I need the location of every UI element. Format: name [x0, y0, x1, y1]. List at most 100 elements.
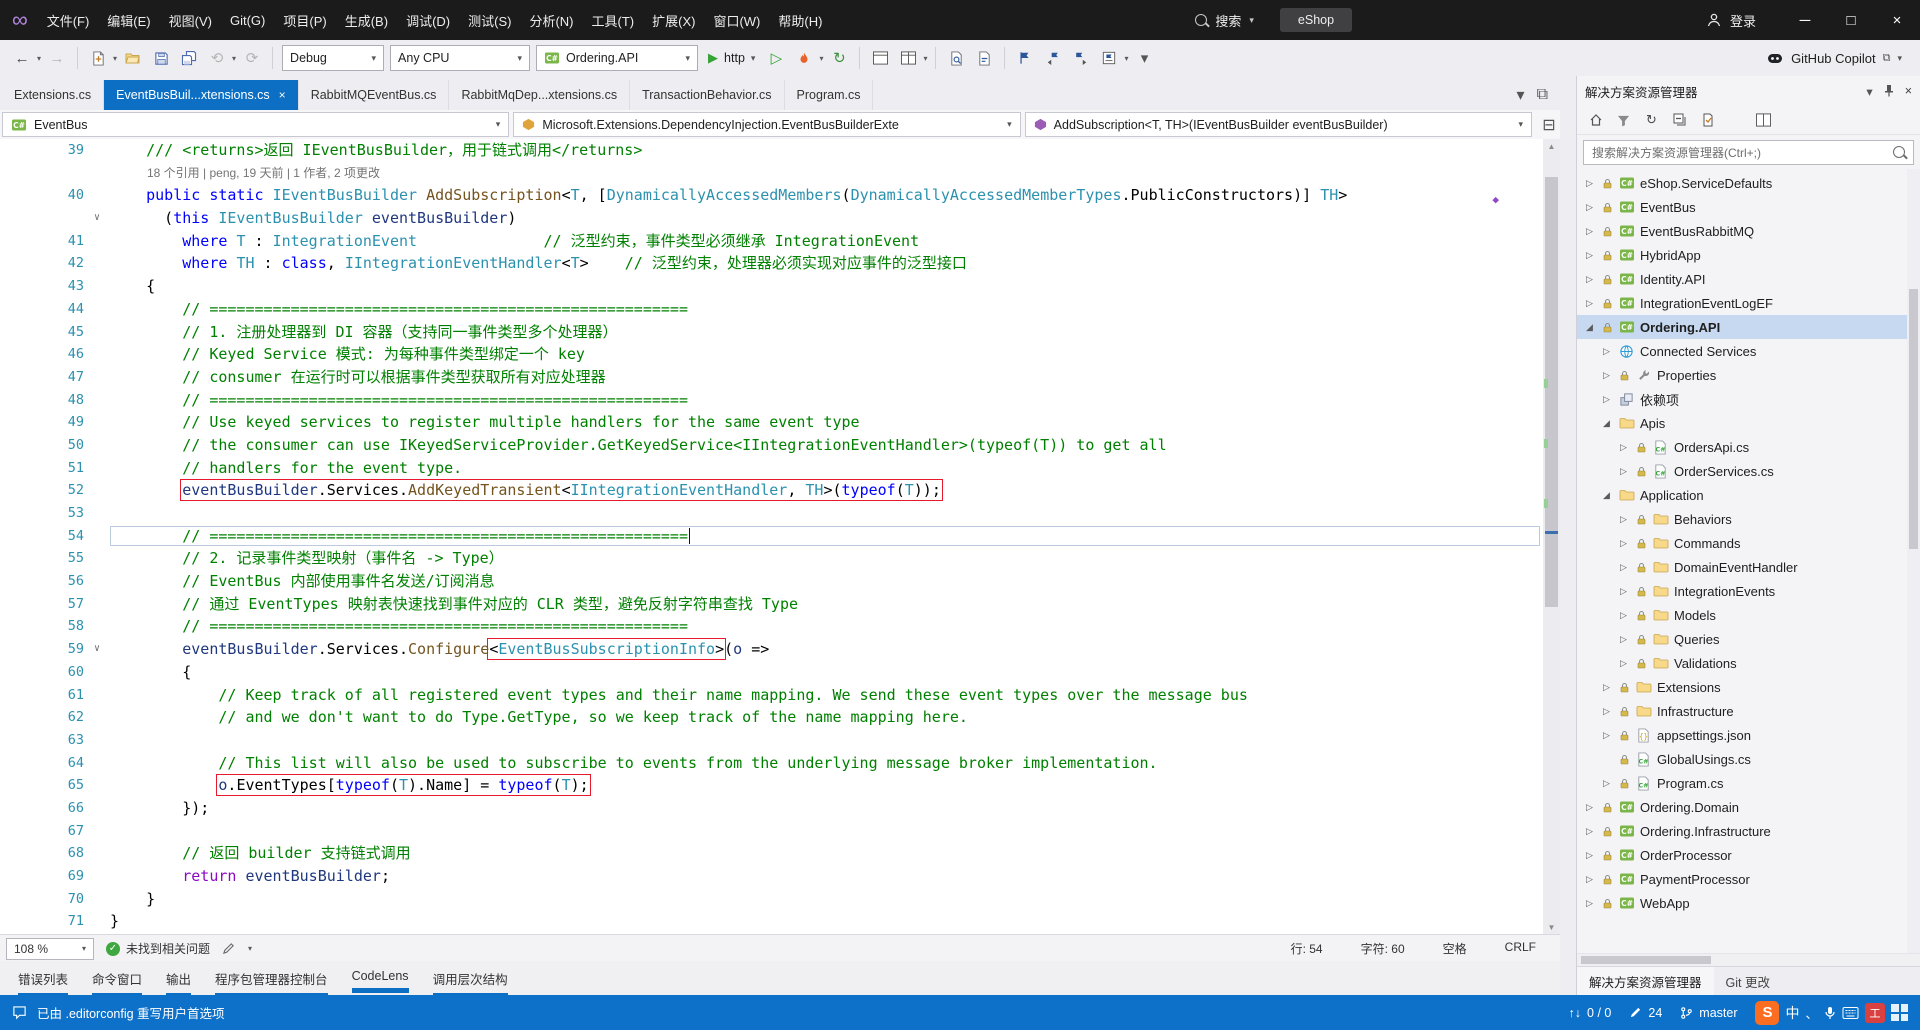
open-file-icon[interactable] — [119, 45, 147, 71]
code-line[interactable]: 61 // Keep track of all registered event… — [0, 684, 1543, 707]
tree-item[interactable]: ▷ C# WebApp — [1577, 891, 1920, 915]
code-line[interactable]: 63 — [0, 729, 1543, 752]
zoom-selector[interactable]: 108 % — [6, 937, 94, 960]
expand-chevron-icon[interactable]: ▷ — [1600, 706, 1613, 717]
nav-back-icon[interactable]: ← — [8, 45, 36, 71]
menu-item[interactable]: 编辑(E) — [98, 0, 159, 40]
expand-chevron-icon[interactable]: ▷ — [1617, 562, 1630, 573]
code-editor[interactable]: 39 /// <returns>返回 IEventBusBuilder，用于链式… — [0, 139, 1560, 934]
tree-item[interactable]: ▷ {} appsettings.json — [1577, 723, 1920, 747]
next-bookmark-icon[interactable] — [1067, 45, 1095, 71]
expand-chevron-icon[interactable]: ▷ — [1583, 874, 1596, 885]
panel-tab[interactable]: CodeLens — [344, 966, 417, 995]
bookmark-window-icon[interactable] — [1095, 45, 1123, 71]
line-number[interactable]: 61 — [22, 684, 84, 707]
code-line[interactable]: 71} — [0, 910, 1543, 933]
split-window-icon[interactable] — [894, 45, 922, 71]
code-line[interactable]: 47 // consumer 在运行时可以根据事件类型获取所有对应处理器 — [0, 366, 1543, 389]
git-branch-selector[interactable]: master — [1680, 1006, 1737, 1020]
restart-icon[interactable]: ↻ — [825, 45, 853, 71]
debug-config-combo[interactable]: Debug — [282, 45, 385, 71]
line-number[interactable]: 67 — [22, 820, 84, 843]
code-line[interactable]: 68 // 返回 builder 支持链式调用 — [0, 842, 1543, 865]
tab-close-icon[interactable]: × — [279, 88, 286, 102]
line-number[interactable]: 66 — [22, 797, 84, 820]
expand-chevron-icon[interactable]: ▷ — [1583, 850, 1596, 861]
line-number[interactable]: 53 — [22, 502, 84, 525]
solution-name[interactable]: eShop — [1279, 8, 1353, 32]
code-line[interactable]: 51 // handlers for the event type. — [0, 457, 1543, 480]
titlebar-search[interactable]: 搜索 — [1185, 7, 1264, 34]
line-number[interactable]: 54 — [22, 525, 84, 548]
document-tab[interactable]: EventBusBuil...xtensions.cs × — [104, 80, 299, 110]
tree-item[interactable]: ▷ C# IntegrationEventLogEF — [1577, 291, 1920, 315]
tree-item[interactable]: ▷ C# EventBusRabbitMQ — [1577, 219, 1920, 243]
start-without-debugging-icon[interactable]: ▷ — [762, 45, 790, 71]
solution-explorer-hscrollbar[interactable] — [1577, 953, 1920, 966]
document-tab[interactable]: TransactionBehavior.cs — [630, 80, 785, 110]
hot-reload-icon-dropdown[interactable]: ▾ — [819, 54, 823, 63]
preview-code-icon[interactable] — [1751, 109, 1776, 131]
filter-icon[interactable] — [1611, 109, 1636, 131]
line-ending-indicator[interactable]: CRLF — [1505, 940, 1536, 957]
prev-bookmark-icon[interactable] — [1039, 45, 1067, 71]
tree-item[interactable]: ▷ Queries — [1577, 627, 1920, 651]
code-line[interactable]: 59 ∨ eventBusBuilder.Services.Configure<E… — [0, 638, 1543, 661]
code-line[interactable]: 49 // Use keyed services to register mul… — [0, 411, 1543, 434]
codelens-info[interactable]: 18 个引用 | peng, 19 天前 | 1 作者, 2 项更改 — [110, 162, 380, 185]
line-number[interactable]: 43 — [22, 275, 84, 298]
tree-item[interactable]: ◢ C# Ordering.API — [1577, 315, 1920, 339]
code-line[interactable]: 50 // the consumer can use IKeyedService… — [0, 434, 1543, 457]
code-line[interactable]: ∨ (this IEventBusBuilder eventBusBuilder… — [0, 207, 1543, 230]
code-line[interactable]: 60 { — [0, 661, 1543, 684]
save-icon[interactable] — [147, 45, 175, 71]
close-icon[interactable]: × — [1905, 84, 1912, 98]
document-tab[interactable]: RabbitMQEventBus.cs — [299, 80, 450, 110]
expand-chevron-icon[interactable]: ▷ — [1617, 466, 1630, 477]
panel-tab[interactable]: 命令窗口 — [84, 966, 150, 995]
line-number[interactable]: 44 — [22, 298, 84, 321]
expand-chevron-icon[interactable]: ▷ — [1583, 802, 1596, 813]
code-line[interactable]: 66 }); — [0, 797, 1543, 820]
document-tab[interactable]: Program.cs — [785, 80, 874, 110]
tree-item[interactable]: ▷ C# HybridApp — [1577, 243, 1920, 267]
panel-splitter[interactable] — [1560, 76, 1576, 995]
code-line[interactable]: 44 // ==================================… — [0, 298, 1543, 321]
scroll-down-icon[interactable]: ▼ — [1543, 920, 1560, 934]
scrollbar-thumb[interactable] — [1545, 177, 1558, 607]
panel-tab[interactable]: 程序包管理器控制台 — [207, 966, 336, 995]
panel-tab[interactable]: 调用层次结构 — [425, 966, 516, 995]
sogou-ime-icon[interactable]: S — [1755, 1000, 1780, 1025]
menu-item[interactable]: 生成(B) — [336, 0, 397, 40]
line-number[interactable]: 55 — [22, 547, 84, 570]
ime-language-indicator[interactable]: 中 — [1785, 1003, 1799, 1023]
line-number[interactable]: 41 — [22, 230, 84, 253]
close-button[interactable]: × — [1874, 0, 1920, 40]
tree-item[interactable]: ▷ C# Ordering.Infrastructure — [1577, 819, 1920, 843]
line-number[interactable]: 48 — [22, 389, 84, 412]
tree-item[interactable]: ▷ Models — [1577, 603, 1920, 627]
code-line[interactable]: 67 — [0, 820, 1543, 843]
collapse-all-icon[interactable] — [1667, 109, 1692, 131]
line-number[interactable]: 65 — [22, 774, 84, 797]
save-all-icon[interactable] — [175, 45, 203, 71]
tree-item[interactable]: C# GlobalUsings.cs — [1577, 747, 1920, 771]
line-number[interactable]: 71 — [22, 910, 84, 933]
float-tab-icon[interactable]: ⧉ — [1537, 86, 1548, 104]
type-dropdown[interactable]: Microsoft.Extensions.DependencyInjection… — [513, 112, 1021, 137]
tree-item[interactable]: ▷ Connected Services — [1577, 339, 1920, 363]
line-number[interactable]: 39 — [22, 139, 84, 162]
line-number[interactable]: 40 — [22, 184, 84, 207]
tab-list-icon[interactable]: ▾ — [1517, 85, 1525, 105]
git-sync-indicator[interactable]: ↑↓ 0 / 0 — [1569, 1006, 1612, 1020]
tree-item[interactable]: ◢ Application — [1577, 483, 1920, 507]
code-line[interactable]: 64 // This list will also be used to sub… — [0, 752, 1543, 775]
code-line[interactable]: 55 // 2. 记录事件类型映射（事件名 -> Type） — [0, 547, 1543, 570]
find-symbol-icon[interactable] — [970, 45, 998, 71]
tree-item[interactable]: ◢ Apis — [1577, 411, 1920, 435]
split-editor-icon[interactable]: ⊟ — [1536, 115, 1562, 135]
ime-grid-icon[interactable] — [1891, 1004, 1908, 1021]
new-file-icon-dropdown[interactable]: ▾ — [113, 54, 117, 63]
project-dropdown[interactable]: C# EventBus — [2, 112, 510, 137]
startup-project-combo[interactable]: C# Ordering.API — [536, 45, 699, 71]
